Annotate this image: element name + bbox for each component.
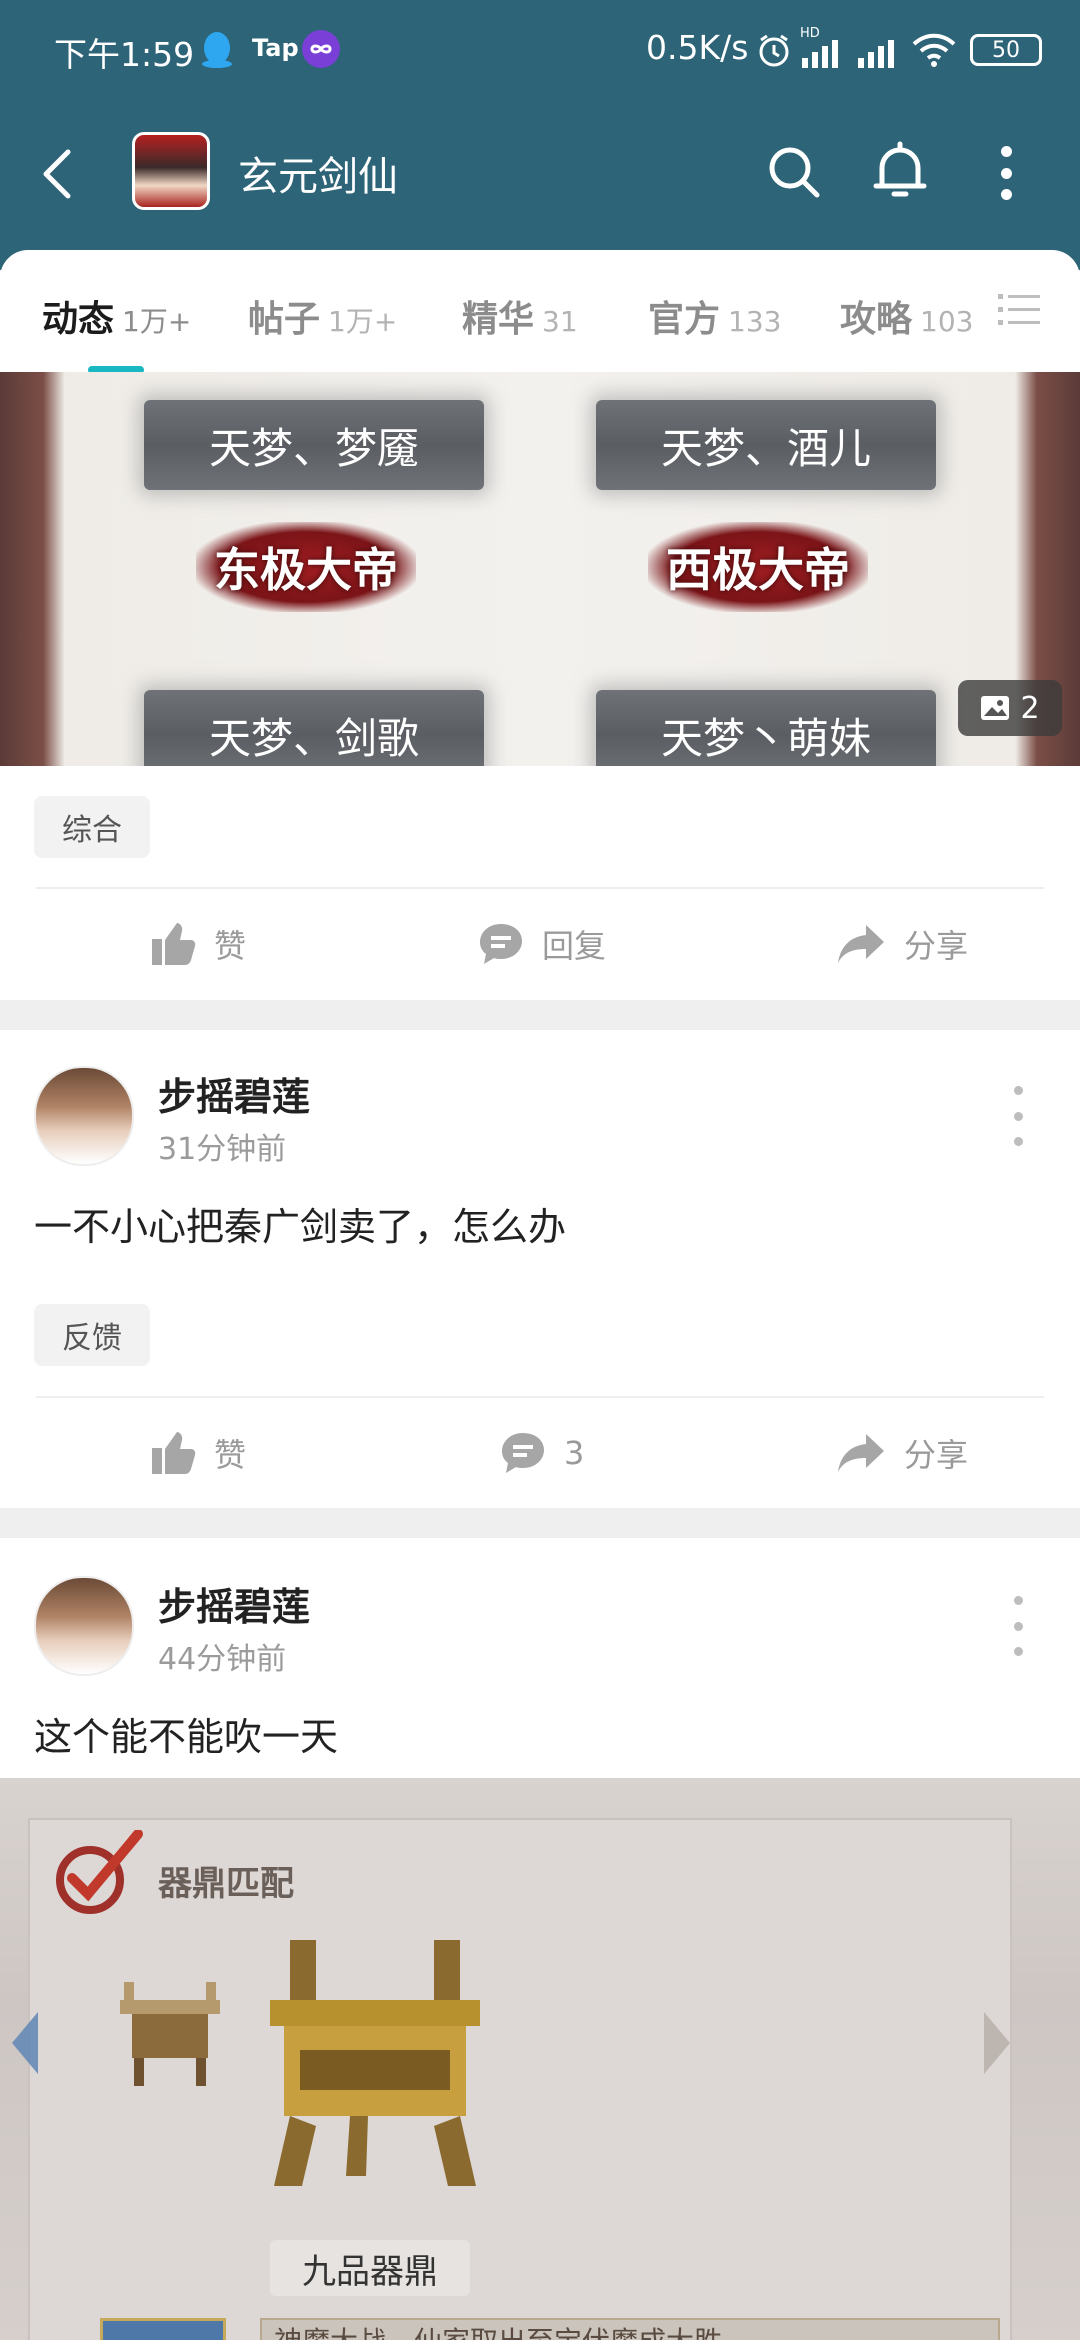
reply-button[interactable]: 回复 [478,914,606,974]
tab-label: 精华 [462,299,535,340]
alarm-icon [756,32,792,68]
tab-posts[interactable]: 帖子 1万+ [248,290,397,350]
post-tag[interactable]: 反馈 [34,1304,150,1366]
share-button[interactable]: 分享 [836,914,968,974]
item-name-label: 九品器鼎 [270,2240,470,2296]
share-icon [838,925,884,963]
large-cauldron [260,1940,490,2190]
like-button[interactable]: 赞 [150,914,246,974]
title-emblem: 东极大帝 [196,522,416,612]
tab-count: 1万+ [122,305,192,338]
tab-label: 攻略 [840,299,913,340]
battery-indicator: 50 [970,34,1042,66]
post-tag[interactable]: 综合 [34,796,150,858]
image-count: 2 [1020,690,1040,726]
share-icon [838,1434,884,1472]
tab-count: 31 [542,305,578,338]
post-more-icon[interactable] [1008,1086,1028,1146]
net-speed: 0.5K/s [646,28,749,67]
nameplate: 天梦、剑歌 [144,690,484,766]
signal-icon [800,38,842,68]
search-icon[interactable] [766,144,822,200]
game-panel: 器鼎匹配 九品器鼎 神魔大战，仙家取出至宝伏魔成大胜 [28,1818,1012,2340]
app-header: 下午1:59 Tap 0.5K/s HD 50 玄元剑仙 [0,0,1080,270]
title-emblem: 西极大帝 [648,522,868,612]
back-button[interactable] [38,146,78,202]
like-button[interactable]: 赞 [150,1423,246,1483]
page-title: 玄元剑仙 [238,154,398,200]
image-count-badge: 2 [958,680,1062,736]
tab-dynamic[interactable]: 动态 1万+ [42,290,191,350]
infinity-icon [302,30,340,68]
more-menu-icon[interactable] [996,146,1016,200]
reply-label: 回复 [542,927,607,965]
signal-icon-2 [856,38,898,68]
tab-guides[interactable]: 攻略 103 [840,290,973,350]
tab-label: 官方 [648,299,721,340]
post-more-icon[interactable] [1008,1596,1028,1656]
divider [36,1396,1044,1398]
tab-count: 103 [920,305,974,338]
post-text[interactable]: 这个能不能吹一天 [34,1706,338,1761]
item-thumbnail [100,2318,226,2340]
share-label: 分享 [904,927,969,965]
post-text[interactable]: 一不小心把秦广剑卖了，怎么办 [34,1196,566,1251]
post-image[interactable]: 天梦、梦魇 天梦、酒儿 东极大帝 西极大帝 天梦、剑歌 天梦丶萌妹 2 [0,372,1080,766]
tab-featured[interactable]: 精华 31 [462,290,578,350]
nameplate: 天梦丶萌妹 [596,690,936,766]
item-caption: 神魔大战，仙家取出至宝伏魔成大胜 [260,2318,1000,2340]
tab-count: 133 [728,305,782,338]
post-time: 44分钟前 [158,1642,287,1677]
tab-bar: 动态 1万+ 帖子 1万+ 精华 31 官方 133 攻略 103 [0,250,1080,370]
share-button[interactable]: 分享 [836,1423,968,1483]
checkmark-logo-icon [50,1829,150,1920]
reply-button[interactable]: 3 [500,1423,584,1483]
nameplate: 天梦、梦魇 [144,400,484,490]
game-avatar[interactable] [132,132,210,210]
author-name[interactable]: 步摇碧莲 [158,1576,310,1631]
share-label: 分享 [904,1436,969,1474]
tab-official[interactable]: 官方 133 [648,290,781,350]
divider [36,887,1044,889]
tab-label: 动态 [42,299,115,340]
panel-title: 器鼎匹配 [158,1864,294,1904]
qq-icon [200,30,234,70]
like-label: 赞 [214,927,247,965]
carousel-prev-arrow[interactable] [8,2008,42,2078]
reply-count: 3 [564,1434,585,1472]
status-time: 下午1:59 [54,35,195,74]
avatar[interactable] [34,1066,134,1166]
small-cauldron [110,1980,230,2090]
author-name[interactable]: 步摇碧莲 [158,1066,310,1121]
comment-icon [502,1433,544,1473]
like-label: 赞 [214,1436,247,1474]
section-gap [0,1508,1080,1538]
wifi-icon [912,32,956,68]
image-icon [981,696,1010,720]
thumbs-up-icon [152,923,196,965]
avatar[interactable] [34,1576,134,1676]
bell-icon[interactable] [872,140,928,202]
tab-label: 帖子 [248,299,321,340]
carousel-next-arrow[interactable] [980,2008,1014,2078]
tap-badge: Tap [252,34,299,62]
tab-count: 1万+ [328,305,398,338]
post-image[interactable]: 器鼎匹配 九品器鼎 神魔大战，仙家取出至宝伏魔成大胜 [0,1778,1080,2340]
post-time: 31分钟前 [158,1132,287,1167]
nameplate: 天梦、酒儿 [596,400,936,490]
list-menu-icon[interactable] [998,290,1040,330]
comment-icon [480,924,522,964]
thumbs-up-icon [152,1432,196,1474]
section-gap [0,1000,1080,1030]
